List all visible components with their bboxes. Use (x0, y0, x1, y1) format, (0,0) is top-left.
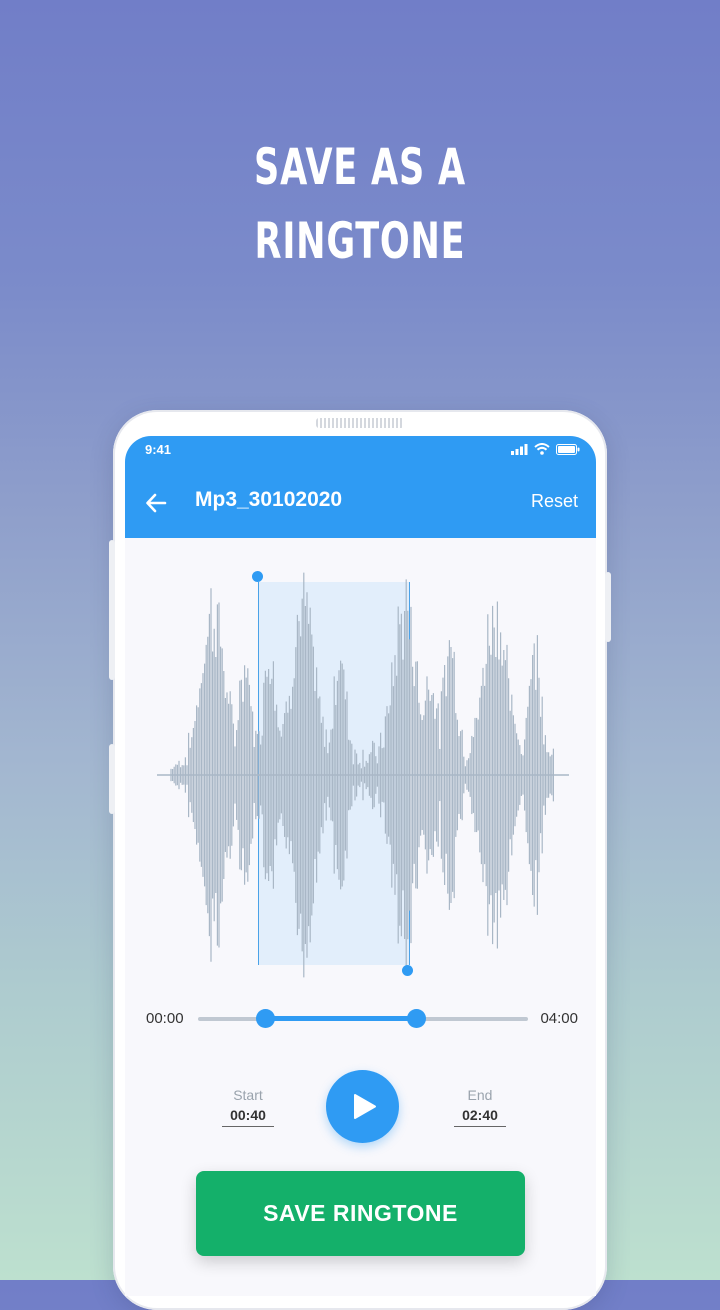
status-time: 9:41 (145, 442, 172, 457)
timeline-end-thumb[interactable] (407, 1009, 426, 1028)
play-button[interactable] (326, 1070, 399, 1143)
selection-start-handle[interactable] (252, 571, 263, 582)
end-time-value[interactable]: 02:40 (454, 1107, 506, 1127)
battery-icon (556, 443, 580, 455)
reset-button[interactable]: Reset (531, 491, 578, 512)
headline-line-1: SAVE AS A (254, 138, 466, 196)
status-icons (511, 443, 580, 455)
signal-icon (511, 443, 528, 455)
end-label: End (467, 1087, 493, 1103)
start-time-value[interactable]: 00:40 (222, 1107, 274, 1127)
app-bar: 9:41 Mp3_30102020 Reset (125, 436, 596, 538)
phone-side-button (605, 572, 611, 642)
timeline-end-time: 04:00 (540, 1010, 578, 1027)
waveform (157, 572, 569, 978)
start-label: Start (233, 1087, 263, 1103)
file-title: Mp3_30102020 (195, 488, 343, 511)
timeline-start-time: 00:00 (146, 1010, 184, 1027)
play-icon (354, 1094, 376, 1119)
app-screen: 9:41 Mp3_30102020 Reset 00:00 04:00 Star… (125, 436, 596, 1296)
arrow-left-icon[interactable] (145, 492, 167, 514)
timeline-start-thumb[interactable] (256, 1009, 275, 1028)
phone-side-button (109, 540, 115, 680)
phone-speaker (316, 418, 404, 428)
save-ringtone-button[interactable]: SAVE RINGTONE (196, 1171, 525, 1256)
phone-side-button (109, 744, 115, 814)
waveform-area[interactable] (125, 556, 596, 996)
wifi-icon (534, 443, 550, 455)
selection-end-handle[interactable] (402, 965, 413, 976)
timeline-selected-range (265, 1016, 416, 1021)
headline-line-2: RINGTONE (254, 212, 466, 270)
